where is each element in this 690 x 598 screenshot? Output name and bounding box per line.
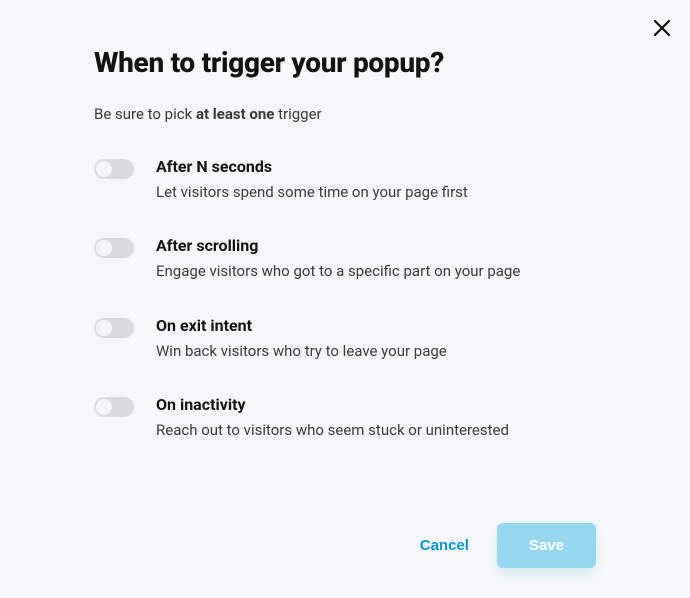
toggle-on-inactivity[interactable] [94, 397, 134, 417]
option-title: After N seconds [156, 157, 596, 176]
option-after-n-seconds: After N seconds Let visitors spend some … [94, 157, 596, 202]
cancel-button[interactable]: Cancel [420, 527, 469, 564]
option-text: After scrolling Engage visitors who got … [156, 236, 596, 281]
option-title: After scrolling [156, 236, 596, 255]
option-text: On exit intent Win back visitors who try… [156, 316, 596, 361]
modal-title: When to trigger your popup? [94, 46, 596, 79]
modal-content: When to trigger your popup? Be sure to p… [0, 0, 690, 440]
modal-footer: Cancel Save [420, 523, 596, 568]
option-desc: Win back visitors who try to leave your … [156, 341, 596, 361]
subtitle-bold: at least one [196, 105, 274, 123]
option-title: On exit intent [156, 316, 596, 335]
modal-subtitle: Be sure to pick at least one trigger [94, 105, 596, 123]
toggle-after-n-seconds[interactable] [94, 159, 134, 179]
option-title: On inactivity [156, 395, 596, 414]
subtitle-post: trigger [274, 105, 321, 123]
option-desc: Engage visitors who got to a specific pa… [156, 261, 596, 281]
option-text: After N seconds Let visitors spend some … [156, 157, 596, 202]
trigger-settings-modal: When to trigger your popup? Be sure to p… [0, 0, 690, 598]
toggle-on-exit-intent[interactable] [94, 318, 134, 338]
option-on-exit-intent: On exit intent Win back visitors who try… [94, 316, 596, 361]
close-button[interactable] [652, 18, 672, 38]
option-text: On inactivity Reach out to visitors who … [156, 395, 596, 440]
toggle-after-scrolling[interactable] [94, 238, 134, 258]
subtitle-pre: Be sure to pick [94, 105, 196, 123]
option-on-inactivity: On inactivity Reach out to visitors who … [94, 395, 596, 440]
close-icon [652, 18, 672, 38]
trigger-option-list: After N seconds Let visitors spend some … [94, 157, 596, 440]
option-desc: Reach out to visitors who seem stuck or … [156, 420, 596, 440]
option-desc: Let visitors spend some time on your pag… [156, 182, 596, 202]
option-after-scrolling: After scrolling Engage visitors who got … [94, 236, 596, 281]
save-button[interactable]: Save [497, 523, 596, 568]
